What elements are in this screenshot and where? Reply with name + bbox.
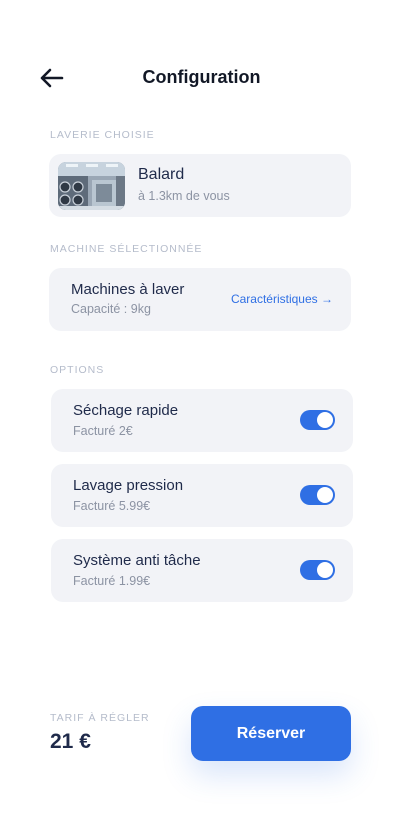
- machine-section-label: MACHINE SÉLECTIONNÉE: [50, 243, 203, 255]
- machine-capacity: Capacité : 9kg: [71, 302, 151, 316]
- option-price: Facturé 5.99€: [73, 499, 151, 513]
- option-name: Séchage rapide: [73, 402, 179, 419]
- option-card-sechage: Séchage rapide Facturé 2€: [51, 389, 353, 452]
- characteristics-link[interactable]: Caractéristiques →: [231, 292, 333, 306]
- option-name: Système anti tâche: [73, 552, 201, 569]
- laverie-section-label: LAVERIE CHOISIE: [50, 129, 155, 141]
- tarif-value: 21 €: [50, 730, 91, 753]
- options-section-label: OPTIONS: [50, 364, 105, 376]
- option-price: Facturé 1.99€: [73, 574, 151, 588]
- laverie-name: Balard: [138, 166, 185, 183]
- toggle-knob: [317, 412, 333, 428]
- reserve-button[interactable]: Réserver: [191, 706, 351, 761]
- option-toggle-sechage[interactable]: [300, 410, 335, 430]
- machine-name: Machines à laver: [71, 281, 185, 298]
- option-card-anti-tache: Système anti tâche Facturé 1.99€: [51, 539, 353, 602]
- option-toggle-anti-tache[interactable]: [300, 560, 335, 580]
- tarif-label: TARIF À RÉGLER: [50, 712, 150, 724]
- header: Configuration: [0, 62, 403, 96]
- option-name: Lavage pression: [73, 477, 184, 494]
- page-title: Configuration: [142, 67, 261, 87]
- option-toggle-lavage[interactable]: [300, 485, 335, 505]
- laverie-card[interactable]: Balard à 1.3km de vous: [49, 154, 351, 217]
- toggle-knob: [317, 487, 333, 503]
- option-price: Facturé 2€: [73, 424, 133, 438]
- machine-card[interactable]: Machines à laver Capacité : 9kg Caractér…: [49, 268, 351, 331]
- laundromat-photo: [58, 162, 125, 210]
- laverie-distance: à 1.3km de vous: [138, 189, 230, 203]
- option-card-lavage: Lavage pression Facturé 5.99€: [51, 464, 353, 527]
- toggle-knob: [317, 562, 333, 578]
